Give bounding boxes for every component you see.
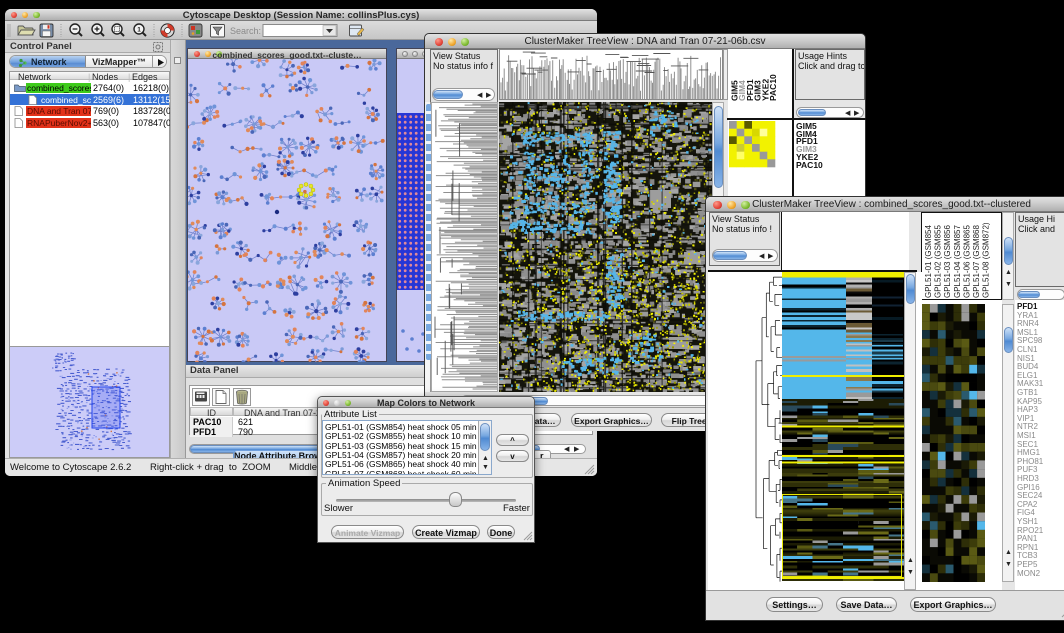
svg-text:GPL51-07 (GSM868: GPL51-07 (GSM868 [972,225,981,298]
svg-text:GPL51-01 (GSM854: GPL51-01 (GSM854 [924,225,933,298]
svg-text:GPL51-08 (GSM872): GPL51-08 (GSM872) [982,222,991,298]
svg-text:GPL51-03 (GSM856: GPL51-03 (GSM856 [943,225,952,298]
svg-text:GPL51-04 (GSM857: GPL51-04 (GSM857 [953,225,962,298]
svg-text:PAC10: PAC10 [768,74,778,101]
svg-text:GPL51-06 (GSM865: GPL51-06 (GSM865 [962,225,971,298]
svg-text:1: 1 [137,27,141,34]
svg-text:GPL51-02 (GSM855: GPL51-02 (GSM855 [934,225,943,298]
svg-text:Search:: Search: [230,26,261,36]
